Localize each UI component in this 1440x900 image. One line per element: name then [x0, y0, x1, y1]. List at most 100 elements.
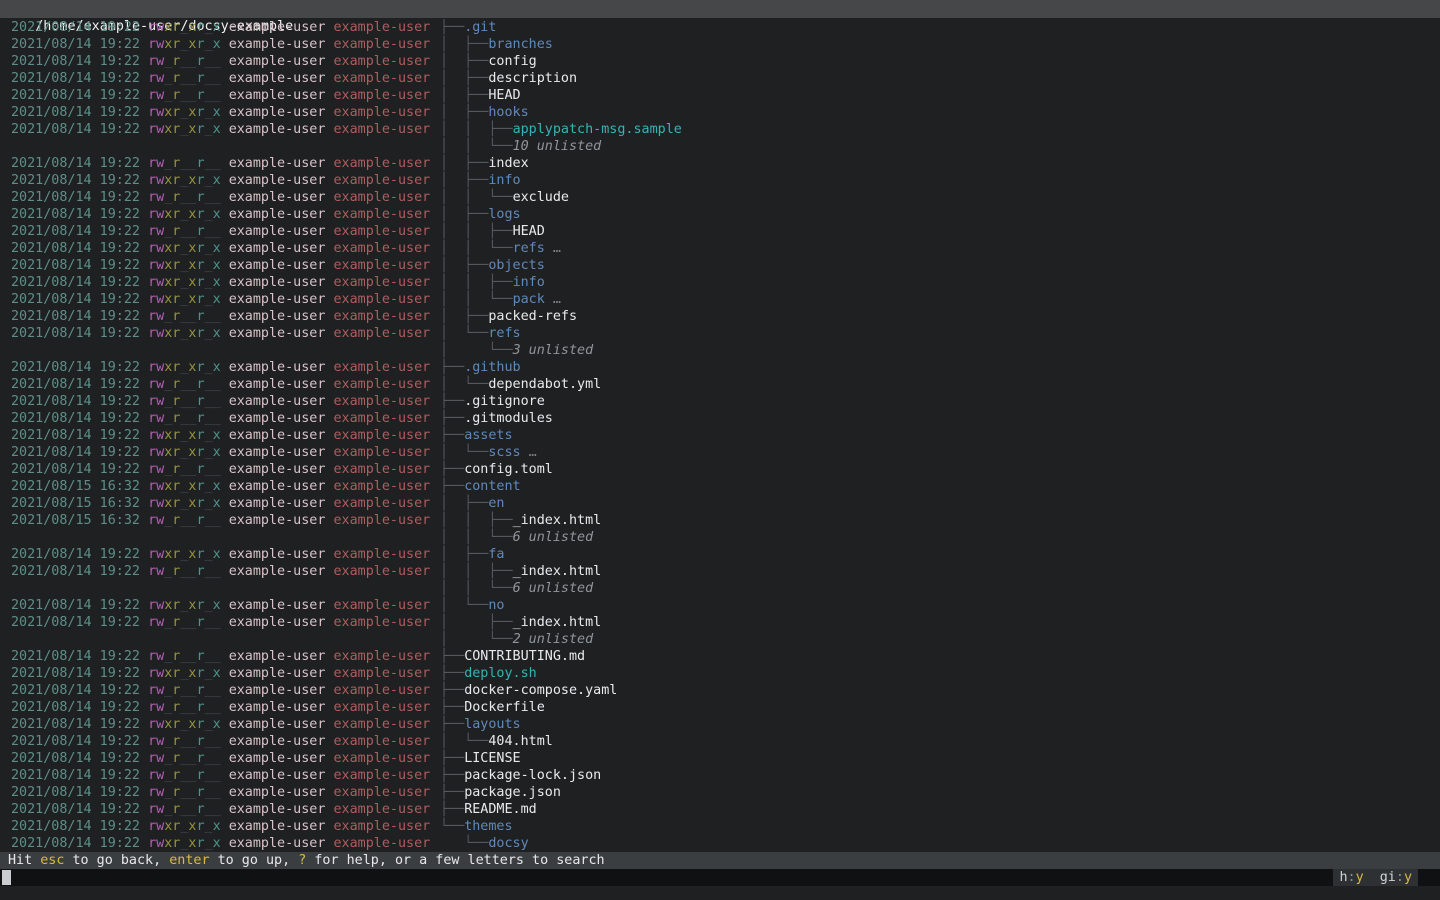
tree-item-name[interactable]: .git: [464, 20, 496, 35]
tree-item-name[interactable]: fa: [488, 547, 504, 562]
tree-item-name[interactable]: layouts: [464, 717, 520, 732]
tree-row[interactable]: │ ├──index: [440, 155, 1440, 172]
tree-row[interactable]: │ │ └──10 unlisted: [440, 138, 1440, 155]
tree-row[interactable]: │ │ ├──_index.html: [440, 512, 1440, 529]
tree-item-name[interactable]: refs: [488, 326, 520, 341]
tree-row[interactable]: │ │ └──refs …: [440, 240, 1440, 257]
tree-row[interactable]: │ └──3 unlisted: [440, 342, 1440, 359]
tree-row[interactable]: │ │ └──pack …: [440, 291, 1440, 308]
tree-row[interactable]: │ └──refs: [440, 325, 1440, 342]
tree-item-name[interactable]: logs: [488, 207, 520, 222]
tree-row[interactable]: │ ├──fa: [440, 546, 1440, 563]
tree-row[interactable]: ├──assets: [440, 427, 1440, 444]
tree-item-name[interactable]: assets: [464, 428, 512, 443]
tree-item-name[interactable]: 10 unlisted: [513, 139, 602, 154]
tree-item-name[interactable]: info: [513, 275, 545, 290]
tree-row[interactable]: │ ├──description: [440, 70, 1440, 87]
tree-item-name[interactable]: applypatch-msg.sample: [513, 122, 682, 137]
tree-item-name[interactable]: deploy.sh: [464, 666, 537, 681]
tree-row[interactable]: └──themes: [440, 818, 1440, 835]
tree-row[interactable]: ├──CONTRIBUTING.md: [440, 648, 1440, 665]
search-input-line[interactable]: h:y gi:y: [0, 869, 1440, 886]
tree-row[interactable]: ├──.gitignore: [440, 393, 1440, 410]
tree-row[interactable]: │ │ ├──HEAD: [440, 223, 1440, 240]
tree-row[interactable]: │ │ └──6 unlisted: [440, 529, 1440, 546]
tree-row[interactable]: │ ├──logs: [440, 206, 1440, 223]
tree-item-name[interactable]: 6 unlisted: [513, 530, 594, 545]
tree-row[interactable]: │ ├──HEAD: [440, 87, 1440, 104]
tree-item-name[interactable]: 3 unlisted: [513, 343, 594, 358]
tree-row[interactable]: │ ├──config: [440, 53, 1440, 70]
tree-row[interactable]: ├──README.md: [440, 801, 1440, 818]
tree-row[interactable]: │ └──scss …: [440, 444, 1440, 461]
spacer: [221, 156, 229, 171]
tree-row[interactable]: │ │ ├──applypatch-msg.sample: [440, 121, 1440, 138]
tree-item-name[interactable]: description: [488, 71, 577, 86]
tree-row[interactable]: ├──package.json: [440, 784, 1440, 801]
tree-item-name[interactable]: LICENSE: [464, 751, 520, 766]
tree-item-name[interactable]: package.json: [464, 785, 561, 800]
tree-item-name[interactable]: en: [488, 496, 504, 511]
tree-item-name[interactable]: index: [488, 156, 528, 171]
tree-row[interactable]: │ │ ├──info: [440, 274, 1440, 291]
tree-item-name[interactable]: package-lock.json: [464, 768, 601, 783]
tree-row[interactable]: │ │ └──6 unlisted: [440, 580, 1440, 597]
tree-item-name[interactable]: .github: [464, 360, 520, 375]
tree-item-name[interactable]: pack: [513, 292, 545, 307]
tree-row[interactable]: │ └──dependabot.yml: [440, 376, 1440, 393]
tree-row[interactable]: └──docsy: [440, 835, 1440, 852]
tree-item-name[interactable]: _index.html: [513, 513, 602, 528]
tree-item-name[interactable]: dependabot.yml: [488, 377, 601, 392]
tree-item-name[interactable]: docker-compose.yaml: [464, 683, 617, 698]
tree-item-name[interactable]: no: [488, 598, 504, 613]
tree-row[interactable]: ├──package-lock.json: [440, 767, 1440, 784]
tree-row[interactable]: ├──layouts: [440, 716, 1440, 733]
tree-row[interactable]: ├──.git: [440, 19, 1440, 36]
tree-row[interactable]: ├──config.toml: [440, 461, 1440, 478]
tree-row[interactable]: │ └──404.html: [440, 733, 1440, 750]
tree-row[interactable]: │ └──2 unlisted: [440, 631, 1440, 648]
tree-row[interactable]: ├──.github: [440, 359, 1440, 376]
tree-item-name[interactable]: info: [488, 173, 520, 188]
tree-row[interactable]: ├──Dockerfile: [440, 699, 1440, 716]
tree-row[interactable]: ├──LICENSE: [440, 750, 1440, 767]
tree-item-name[interactable]: _index.html: [513, 564, 602, 579]
tree-row[interactable]: ├──content: [440, 478, 1440, 495]
tree-item-name[interactable]: config.toml: [464, 462, 553, 477]
tree-row[interactable]: │ ├──_index.html: [440, 614, 1440, 631]
tree-row[interactable]: │ │ ├──_index.html: [440, 563, 1440, 580]
tree-item-name[interactable]: refs: [513, 241, 545, 256]
tree-item-name[interactable]: 404.html: [488, 734, 553, 749]
tree-item-name[interactable]: Dockerfile: [464, 700, 545, 715]
tree-row[interactable]: │ ├──objects: [440, 257, 1440, 274]
tree-item-name[interactable]: content: [464, 479, 520, 494]
tree-row[interactable]: │ └──no: [440, 597, 1440, 614]
tree-row[interactable]: ├──docker-compose.yaml: [440, 682, 1440, 699]
tree-item-name[interactable]: .gitmodules: [464, 411, 553, 426]
tree-item-name[interactable]: config: [488, 54, 536, 69]
tree-item-name[interactable]: scss: [488, 445, 520, 460]
tree-row[interactable]: ├──deploy.sh: [440, 665, 1440, 682]
tree-row[interactable]: │ ├──packed-refs: [440, 308, 1440, 325]
tree-item-name[interactable]: .gitignore: [464, 394, 545, 409]
tree-row[interactable]: │ ├──en: [440, 495, 1440, 512]
tree-row[interactable]: │ ├──hooks: [440, 104, 1440, 121]
tree-item-name[interactable]: _index.html: [513, 615, 602, 630]
tree-item-name[interactable]: HEAD: [513, 224, 545, 239]
tree-item-name[interactable]: packed-refs: [488, 309, 577, 324]
tree-row[interactable]: │ ├──info: [440, 172, 1440, 189]
tree-item-name[interactable]: objects: [488, 258, 544, 273]
tree-item-name[interactable]: exclude: [513, 190, 569, 205]
tree-item-name[interactable]: 6 unlisted: [513, 581, 594, 596]
tree-row[interactable]: │ ├──branches: [440, 36, 1440, 53]
tree-item-name[interactable]: docsy: [488, 836, 528, 851]
tree-row[interactable]: ├──.gitmodules: [440, 410, 1440, 427]
tree-item-name[interactable]: 2 unlisted: [513, 632, 594, 647]
tree-item-name[interactable]: HEAD: [488, 88, 520, 103]
tree-item-name[interactable]: themes: [464, 819, 512, 834]
tree-item-name[interactable]: CONTRIBUTING.md: [464, 649, 585, 664]
tree-row[interactable]: │ │ └──exclude: [440, 189, 1440, 206]
tree-item-name[interactable]: README.md: [464, 802, 537, 817]
tree-item-name[interactable]: hooks: [488, 105, 528, 120]
tree-item-name[interactable]: branches: [488, 37, 553, 52]
